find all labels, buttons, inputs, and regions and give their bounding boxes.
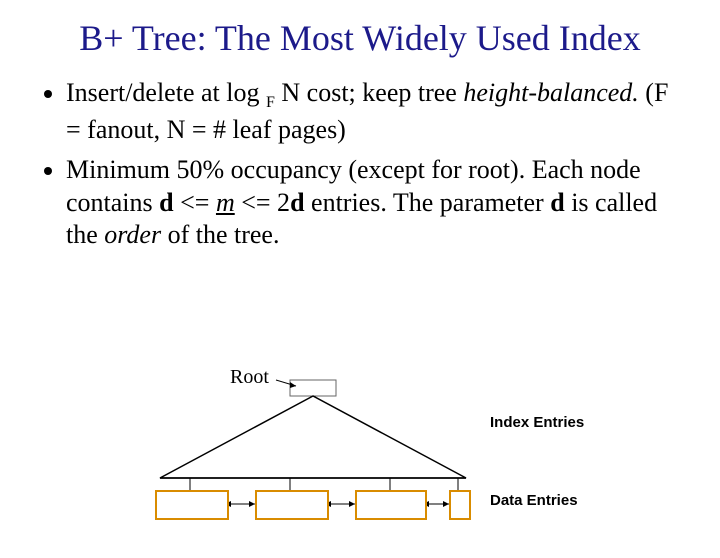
- text: <= 2: [235, 188, 290, 217]
- text: <=: [174, 188, 216, 217]
- text: Insert/delete at log: [66, 78, 266, 107]
- text: of the tree.: [161, 220, 279, 249]
- subscript: F: [266, 95, 275, 112]
- italic-text: height-balanced.: [463, 78, 638, 107]
- bullet-item: Insert/delete at log F N cost; keep tree…: [66, 77, 680, 146]
- italic-text: order: [104, 220, 161, 249]
- text: entries. The parameter: [305, 188, 551, 217]
- bold-text: d: [159, 188, 173, 217]
- slide: B+ Tree: The Most Widely Used Index Inse…: [0, 18, 720, 558]
- leaf-node: [255, 490, 329, 520]
- bullet-item: Minimum 50% occupancy (except for root).…: [66, 154, 680, 252]
- bullet-list: Insert/delete at log F N cost; keep tree…: [40, 77, 680, 251]
- tree-diagram: Root Index Entries Data Entries: [100, 366, 620, 546]
- bold-text: d: [290, 188, 304, 217]
- bold-text: d: [550, 188, 564, 217]
- leaf-node: [355, 490, 427, 520]
- slide-title: B+ Tree: The Most Widely Used Index: [30, 18, 690, 59]
- underline-text: m: [216, 188, 235, 217]
- leaf-node: [449, 490, 471, 520]
- leaf-node: [155, 490, 229, 520]
- text: N cost; keep tree: [275, 78, 463, 107]
